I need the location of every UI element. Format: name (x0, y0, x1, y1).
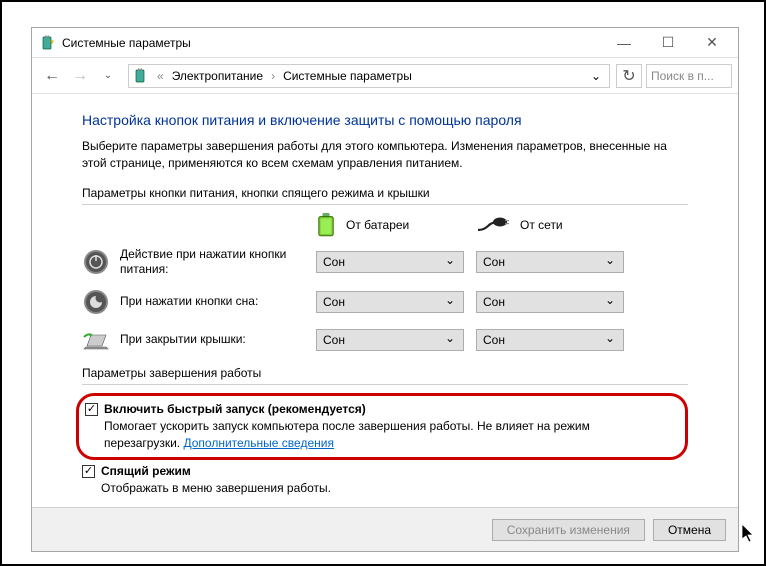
power-button-ac-select[interactable]: Сон (476, 251, 624, 273)
breadcrumb-chevron[interactable]: « (155, 69, 166, 83)
sleep-button-label: При нажатии кнопки сна: (120, 294, 316, 310)
address-dropdown-icon[interactable]: ⌄ (591, 69, 605, 83)
fast-startup-title: Включить быстрый запуск (рекомендуется) (104, 402, 663, 416)
laptop-lid-icon (82, 329, 110, 351)
power-button-row: Действие при нажатии кнопки питания: Сон… (82, 247, 688, 278)
forward-button[interactable]: → (66, 62, 94, 90)
content-area: Настройка кнопок питания и включение защ… (32, 94, 738, 504)
section2-title: Параметры завершения работы (82, 366, 688, 380)
sleep-mode-checkbox[interactable]: ✓ (82, 465, 95, 478)
lid-close-row: При закрытии крышки: Сон Сон (82, 326, 688, 354)
section-divider (82, 204, 688, 205)
fast-startup-highlight: ✓ Включить быстрый запуск (рекомендуется… (76, 393, 688, 461)
window-title: Системные параметры (62, 36, 602, 50)
power-button-icon (83, 249, 109, 275)
section1-title: Параметры кнопки питания, кнопки спящего… (82, 186, 688, 200)
search-placeholder: Поиск в п... (651, 69, 714, 83)
lid-battery-select[interactable]: Сон (316, 329, 464, 351)
search-input[interactable]: Поиск в п... (646, 64, 732, 88)
breadcrumb-sep: › (269, 69, 277, 83)
sleep-mode-title: Спящий режим (101, 464, 331, 478)
titlebar: Системные параметры — ☐ ✕ (32, 28, 738, 58)
sleep-button-icon (83, 289, 109, 315)
address-bar[interactable]: « Электропитание › Системные параметры ⌄ (128, 64, 610, 88)
section-divider (82, 384, 688, 385)
lid-close-label: При закрытии крышки: (120, 332, 316, 348)
sleep-button-row: При нажатии кнопки сна: Сон Сон (82, 288, 688, 316)
lid-ac-select[interactable]: Сон (476, 329, 624, 351)
sleep-button-ac-select[interactable]: Сон (476, 291, 624, 313)
history-dropdown[interactable]: ⌄ (94, 62, 122, 90)
ac-label: От сети (520, 218, 563, 232)
settings-window: Системные параметры — ☐ ✕ ← → ⌄ « Электр… (31, 27, 739, 552)
footer: Сохранить изменения Отмена (32, 507, 738, 551)
refresh-button[interactable]: ↻ (616, 64, 642, 88)
close-button[interactable]: ✕ (690, 29, 734, 57)
power-button-battery-select[interactable]: Сон (316, 251, 464, 273)
maximize-button[interactable]: ☐ (646, 29, 690, 57)
battery-icon (316, 213, 336, 237)
navbar: ← → ⌄ « Электропитание › Системные парам… (32, 58, 738, 94)
back-button[interactable]: ← (38, 62, 66, 90)
breadcrumb-lvl2[interactable]: Системные параметры (283, 69, 412, 83)
fast-startup-desc: Помогает ускорить запуск компьютера посл… (104, 418, 663, 452)
cursor-icon (742, 524, 758, 549)
power-options-icon (133, 68, 149, 84)
minimize-button[interactable]: — (602, 29, 646, 57)
battery-label: От батареи (346, 218, 409, 232)
cancel-button[interactable]: Отмена (653, 519, 726, 541)
fast-startup-checkbox[interactable]: ✓ (85, 403, 98, 416)
sleep-button-battery-select[interactable]: Сон (316, 291, 464, 313)
intro-text: Выберите параметры завершения работы для… (82, 138, 688, 172)
power-source-headers: От батареи От сети (82, 213, 688, 237)
breadcrumb-lvl1[interactable]: Электропитание (172, 69, 263, 83)
power-button-label: Действие при нажатии кнопки питания: (120, 247, 316, 278)
more-info-link[interactable]: Дополнительные сведения (183, 436, 333, 450)
power-options-icon (40, 35, 56, 51)
save-button[interactable]: Сохранить изменения (492, 519, 645, 541)
plug-icon (476, 216, 510, 234)
page-heading: Настройка кнопок питания и включение защ… (82, 112, 688, 128)
sleep-mode-desc: Отображать в меню завершения работы. (101, 480, 331, 497)
